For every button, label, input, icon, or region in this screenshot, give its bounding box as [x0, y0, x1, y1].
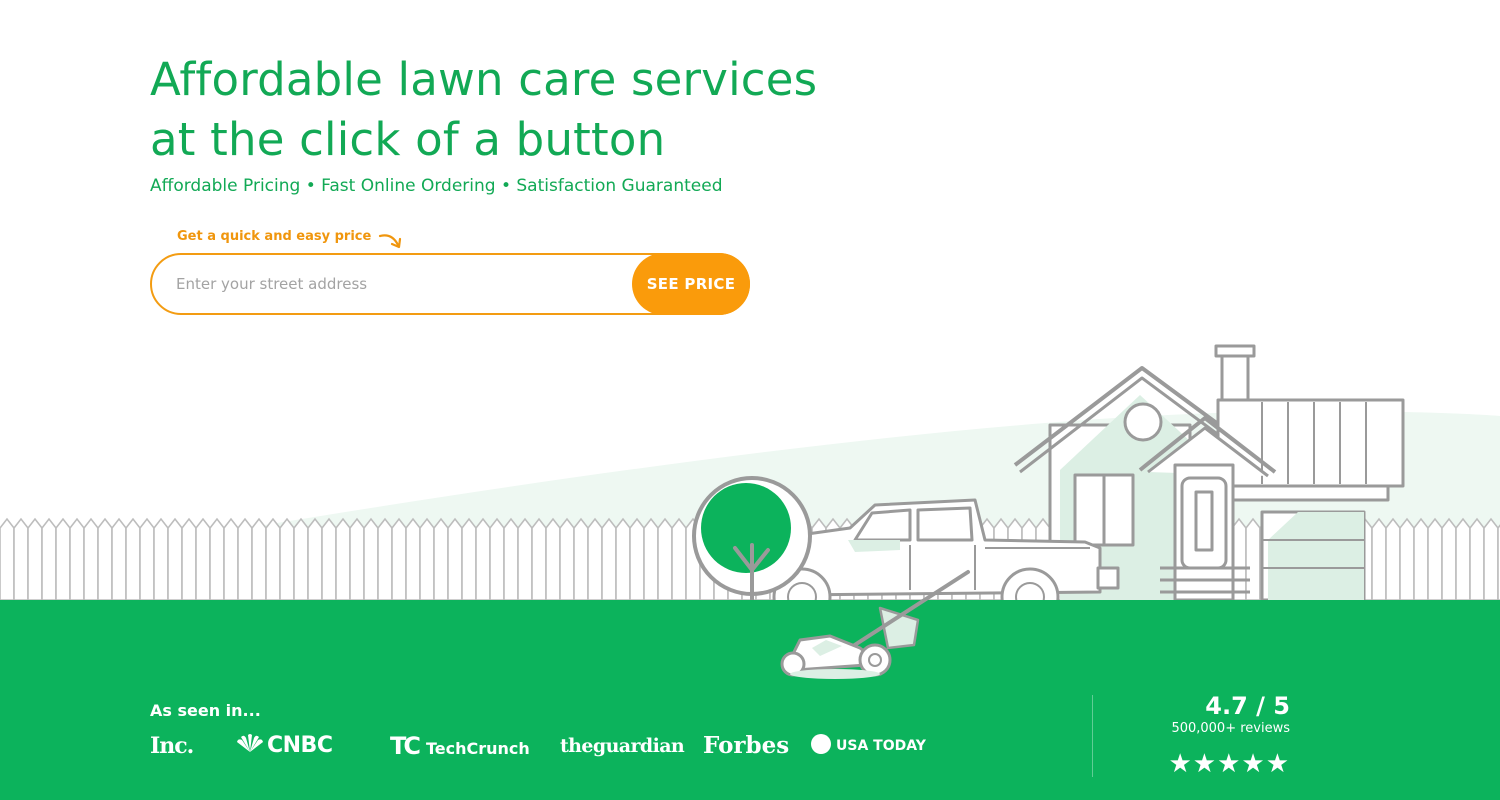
press-logo-usa-today: USA TODAY [811, 733, 926, 759]
fence-picket [419, 517, 435, 601]
fence-picket [461, 517, 477, 601]
fence-picket [293, 517, 309, 601]
fence-picket [601, 517, 617, 601]
usa-today-dot-icon [811, 734, 831, 754]
press-heading: As seen in... [150, 701, 261, 720]
fence-picket [349, 517, 365, 601]
fence-picket [97, 517, 113, 601]
fence-picket [181, 517, 197, 601]
cnbc-label: CNBC [267, 733, 333, 758]
fence-picket [167, 517, 183, 601]
rating-divider [1092, 695, 1093, 777]
fence-picket [265, 517, 281, 601]
fence-picket [489, 517, 505, 601]
fence-picket [307, 517, 323, 601]
fence-picket [209, 517, 225, 601]
press-logo-inc: Inc. [150, 733, 194, 759]
fence-picket [629, 517, 645, 601]
usa-today-label: USA TODAY [836, 738, 926, 754]
techcrunch-label: TechCrunch [425, 739, 530, 758]
fence-picket [1413, 517, 1429, 601]
fence-picket [1385, 517, 1401, 601]
fence-picket [643, 517, 659, 601]
fence-picket [153, 517, 169, 601]
fence-picket [1399, 517, 1415, 601]
fence-picket [559, 517, 575, 601]
fence-picket [69, 517, 85, 601]
fence-picket [279, 517, 295, 601]
fence-picket [13, 517, 29, 601]
press-logo-cnbc: CNBC [235, 733, 333, 759]
fence-picket [587, 517, 603, 601]
peacock-icon [237, 734, 263, 752]
lawn-scene-illustration [0, 344, 1500, 800]
fence-picket [405, 517, 421, 601]
fence-picket [433, 517, 449, 601]
techcrunch-mark-icon: TC [390, 732, 421, 760]
fence-picket [573, 517, 589, 601]
fence-picket [223, 517, 239, 601]
fence-picket [27, 517, 43, 601]
fence-picket [125, 517, 141, 601]
fence-picket [1245, 517, 1261, 601]
fence-picket [671, 517, 687, 601]
fence-picket [391, 517, 407, 601]
press-logo-forbes: Forbes [703, 732, 790, 759]
star-icon: ★★★★★ [1168, 749, 1290, 779]
fence-picket [0, 517, 15, 601]
fence-picket [517, 517, 533, 601]
fence-picket [615, 517, 631, 601]
fence-picket [1371, 517, 1387, 601]
fence-picket [1455, 517, 1471, 601]
fence-picket [1469, 517, 1485, 601]
fence-picket [1483, 517, 1499, 601]
fence-picket [139, 517, 155, 601]
fence-picket [545, 517, 561, 601]
press-logo-techcrunch: TC TechCrunch [390, 733, 530, 762]
fence-picket [377, 517, 393, 601]
fence-picket [335, 517, 351, 601]
fence-picket [251, 517, 267, 601]
fence-picket [321, 517, 337, 601]
fence-picket [447, 517, 463, 601]
rating-score: 4.7 / 5 [1205, 692, 1290, 720]
press-logo-guardian: theguardian [560, 735, 685, 757]
fence-picket [503, 517, 519, 601]
fence-picket [657, 517, 673, 601]
fence-picket [83, 517, 99, 601]
fence-picket [1427, 517, 1443, 601]
fence-picket [237, 517, 253, 601]
fence-picket [531, 517, 547, 601]
fence-picket [111, 517, 127, 601]
fence-picket [363, 517, 379, 601]
fence-picket [1441, 517, 1457, 601]
fence-picket [55, 517, 71, 601]
fence-picket [475, 517, 491, 601]
review-count: 500,000+ reviews [1171, 721, 1290, 736]
fence-picket [195, 517, 211, 601]
fence-picket [41, 517, 57, 601]
